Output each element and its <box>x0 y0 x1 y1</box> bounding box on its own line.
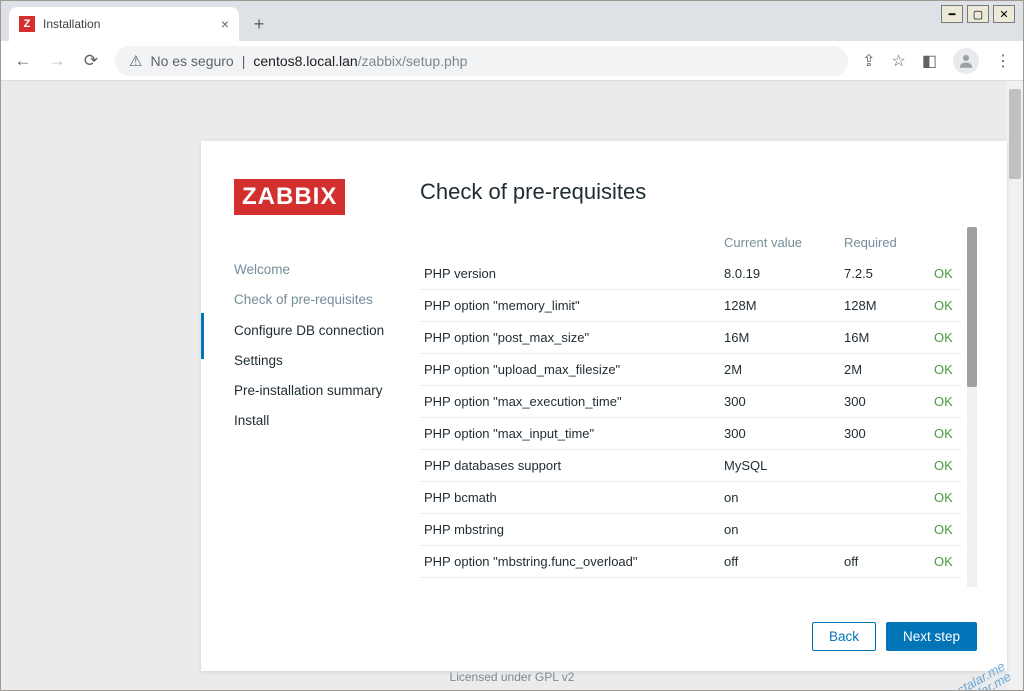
close-icon[interactable]: × <box>221 16 229 32</box>
cell-required: 300 <box>840 386 930 418</box>
table-row: PHP option "memory_limit"128M128MOK <box>420 290 961 322</box>
table-scrollbar[interactable] <box>967 227 977 587</box>
table-row: PHP option "max_input_time"300300OK <box>420 418 961 450</box>
cell-status: OK <box>930 354 961 386</box>
table-row: PHP mbstringon OK <box>420 514 961 546</box>
table-row: PHP option "mbstring.func_overload"offof… <box>420 546 961 578</box>
menu-icon[interactable]: ⋮ <box>995 51 1011 71</box>
side-panel-icon[interactable]: ◧ <box>922 51 937 71</box>
url-input[interactable]: ⚠ No es seguro | centos8.local.lan/zabbi… <box>115 46 848 76</box>
cell-required <box>840 514 930 546</box>
window-close-button[interactable]: ✕ <box>993 5 1015 23</box>
cell-required: off <box>840 546 930 578</box>
page-viewport: ZABBIX WelcomeCheck of pre-requisitesCon… <box>1 81 1023 690</box>
wizard-sidebar: ZABBIX WelcomeCheck of pre-requisitesCon… <box>201 141 416 671</box>
cell-current: 2M <box>720 354 840 386</box>
cell-required: 2M <box>840 354 930 386</box>
prerequisites-table: Current value Required PHP version8.0.19… <box>420 227 961 578</box>
cell-name: PHP bcmath <box>420 482 720 514</box>
cell-current: 300 <box>720 386 840 418</box>
wizard-step-3[interactable]: Settings <box>234 346 416 376</box>
browser-tab[interactable]: Z Installation × <box>9 7 239 41</box>
zabbix-logo: ZABBIX <box>234 179 345 215</box>
cell-status: OK <box>930 450 961 482</box>
cell-current: on <box>720 482 840 514</box>
not-secure-icon: ⚠ <box>129 52 142 70</box>
active-step-marker <box>201 313 204 359</box>
wizard-steps: WelcomeCheck of pre-requisitesConfigure … <box>234 255 416 437</box>
reload-icon[interactable]: ⟳ <box>81 51 101 71</box>
cell-name: PHP databases support <box>420 450 720 482</box>
wizard-step-5[interactable]: Install <box>234 406 416 436</box>
col-required: Required <box>840 227 930 258</box>
table-row: PHP option "upload_max_filesize"2M2MOK <box>420 354 961 386</box>
cell-name: PHP option "memory_limit" <box>420 290 720 322</box>
cell-current: 128M <box>720 290 840 322</box>
zabbix-favicon: Z <box>19 16 35 32</box>
cell-required: 16M <box>840 322 930 354</box>
address-bar: ← → ⟳ ⚠ No es seguro | centos8.local.lan… <box>1 41 1023 81</box>
col-current: Current value <box>720 227 840 258</box>
cell-status: OK <box>930 482 961 514</box>
table-row: PHP databases supportMySQL OK <box>420 450 961 482</box>
browser-tab-bar: Z Installation × + ﹀ <box>1 1 1023 41</box>
cell-current: 16M <box>720 322 840 354</box>
bookmark-icon[interactable]: ☆ <box>892 51 906 71</box>
cell-name: PHP option "max_input_time" <box>420 418 720 450</box>
share-icon[interactable]: ⇪ <box>862 51 875 71</box>
wizard-step-1[interactable]: Check of pre-requisites <box>234 285 416 315</box>
back-icon[interactable]: ← <box>13 51 33 71</box>
cell-current: MySQL <box>720 450 840 482</box>
cell-current: 8.0.19 <box>720 258 840 290</box>
cell-name: PHP version <box>420 258 720 290</box>
cell-name: PHP option "max_execution_time" <box>420 386 720 418</box>
back-button[interactable]: Back <box>812 622 876 651</box>
col-name <box>420 227 720 258</box>
cell-name: PHP option "upload_max_filesize" <box>420 354 720 386</box>
cell-status: OK <box>930 514 961 546</box>
wizard-main: Check of pre-requisites Current value Re… <box>416 141 1007 671</box>
cell-status: OK <box>930 418 961 450</box>
wizard-step-4[interactable]: Pre-installation summary <box>234 376 416 406</box>
table-row: PHP version8.0.197.2.5OK <box>420 258 961 290</box>
cell-name: PHP option "mbstring.func_overload" <box>420 546 720 578</box>
forward-icon: → <box>47 51 67 71</box>
new-tab-button[interactable]: + <box>245 10 273 38</box>
cell-status: OK <box>930 546 961 578</box>
tab-title: Installation <box>43 17 100 31</box>
cell-status: OK <box>930 290 961 322</box>
url-text: centos8.local.lan/zabbix/setup.php <box>253 53 467 69</box>
window-minimize-button[interactable]: ━ <box>941 5 963 23</box>
window-maximize-button[interactable]: ▢ <box>967 5 989 23</box>
table-row: PHP bcmathon OK <box>420 482 961 514</box>
cell-required: 7.2.5 <box>840 258 930 290</box>
page-title: Check of pre-requisites <box>420 179 977 205</box>
not-secure-label: No es seguro <box>150 53 233 69</box>
cell-required <box>840 450 930 482</box>
cell-current: off <box>720 546 840 578</box>
cell-required: 128M <box>840 290 930 322</box>
cell-status: OK <box>930 322 961 354</box>
table-body: PHP version8.0.197.2.5OKPHP option "memo… <box>420 258 961 578</box>
cell-required: 300 <box>840 418 930 450</box>
cell-required <box>840 482 930 514</box>
cell-current: on <box>720 514 840 546</box>
col-status <box>930 227 961 258</box>
cell-name: PHP mbstring <box>420 514 720 546</box>
table-row: PHP option "max_execution_time"300300OK <box>420 386 961 418</box>
cell-status: OK <box>930 386 961 418</box>
profile-avatar[interactable] <box>953 48 979 74</box>
table-row: PHP option "post_max_size"16M16MOK <box>420 322 961 354</box>
wizard-step-2[interactable]: Configure DB connection <box>234 316 416 346</box>
wizard-step-0[interactable]: Welcome <box>234 255 416 285</box>
cell-current: 300 <box>720 418 840 450</box>
setup-card: ZABBIX WelcomeCheck of pre-requisitesCon… <box>201 141 1007 671</box>
next-step-button[interactable]: Next step <box>886 622 977 651</box>
page-scrollbar[interactable] <box>1007 81 1023 690</box>
cell-name: PHP option "post_max_size" <box>420 322 720 354</box>
cell-status: OK <box>930 258 961 290</box>
license-text: Licensed under GPL v2 <box>450 670 575 684</box>
